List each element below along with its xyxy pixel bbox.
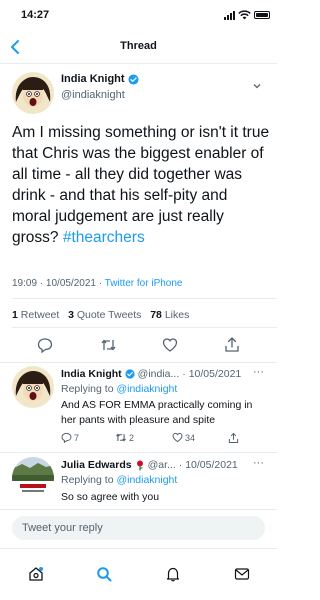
search-icon[interactable] <box>96 566 112 582</box>
tweet-source-link[interactable]: Twitter for iPhone <box>105 278 183 289</box>
reply-author-name: India Knight <box>61 368 122 380</box>
likes-count: 78 <box>150 309 162 321</box>
avatar[interactable] <box>12 366 54 408</box>
reply-icon[interactable] <box>37 337 53 353</box>
replying-to: Replying to @indiaknight <box>61 383 177 395</box>
reply-author-handle: @india... <box>137 368 180 380</box>
reply-header[interactable]: India Knight @india... · 10/05/2021 <box>61 368 261 380</box>
tweet-timestamp: 19:09 · 10/05/2021 · <box>12 278 105 289</box>
author-handle[interactable]: @indiaknight <box>61 89 125 101</box>
share-icon[interactable] <box>224 336 240 353</box>
share-icon <box>228 432 239 443</box>
retweet-count: 2 <box>129 432 135 443</box>
tweet-text: Am I missing something or isn't it true … <box>12 122 270 248</box>
retweets-count: 1 <box>12 309 18 321</box>
divider <box>0 452 277 453</box>
reply-date: · 10/05/2021 <box>178 459 238 471</box>
verified-badge-icon <box>125 369 135 379</box>
quotes-label: Quote Tweets <box>76 309 142 321</box>
more-icon[interactable]: ··· <box>253 366 264 378</box>
more-icon[interactable]: ··· <box>253 457 264 469</box>
quotes-count: 3 <box>68 309 74 321</box>
tab-bar <box>0 566 277 600</box>
likes-label: Likes <box>164 309 190 321</box>
reply-composer[interactable]: Tweet your reply <box>12 516 265 540</box>
reply-author-name: Julia Edwards <box>61 459 132 471</box>
composer-placeholder: Tweet your reply <box>22 522 103 534</box>
home-icon[interactable] <box>28 566 44 582</box>
replying-to-handle[interactable]: @indiaknight <box>116 383 177 395</box>
divider <box>12 327 277 328</box>
like-count: 34 <box>185 432 196 443</box>
replying-to: Replying to @indiaknight <box>61 474 177 486</box>
reply-date: · 10/05/2021 <box>182 368 242 380</box>
replying-prefix: Replying to <box>61 474 117 486</box>
page-title: Thread <box>120 40 157 52</box>
battery-icon <box>254 11 270 19</box>
navigation-bar: Thread <box>0 30 277 64</box>
like-icon[interactable] <box>162 337 178 353</box>
cellular-signal-icon <box>224 11 235 20</box>
reply-count: 7 <box>74 432 80 443</box>
reply-text: So so agree with you <box>61 491 160 503</box>
like-icon <box>172 432 183 443</box>
notifications-icon[interactable] <box>165 566 181 582</box>
retweets-stat[interactable]: 1 Retweet <box>12 309 59 321</box>
retweet-action[interactable]: 2 <box>115 432 134 443</box>
replying-prefix: Replying to <box>61 383 117 395</box>
reply-action[interactable]: 7 <box>61 432 79 443</box>
likes-stat[interactable]: 78 Likes <box>150 309 189 321</box>
retweet-icon[interactable] <box>100 337 117 353</box>
avatar[interactable] <box>12 457 54 499</box>
retweet-icon <box>116 433 126 442</box>
replying-to-handle[interactable]: @indiaknight <box>116 474 177 486</box>
divider <box>0 509 277 510</box>
chevron-down-icon[interactable] <box>251 80 263 92</box>
tweet-stats: 1 Retweet 3 Quote Tweets 78 Likes <box>12 309 189 321</box>
reply-header[interactable]: Julia Edwards @ar... · 10/05/2021 <box>61 459 261 471</box>
like-action[interactable]: 34 <box>172 432 195 443</box>
divider <box>0 362 277 363</box>
rose-emoji-icon <box>136 460 143 470</box>
quotes-stat[interactable]: 3 Quote Tweets <box>68 309 141 321</box>
avatar[interactable] <box>12 72 54 114</box>
status-time: 14:27 <box>21 9 50 21</box>
wifi-icon <box>238 10 251 20</box>
divider <box>0 548 277 549</box>
divider <box>12 298 277 299</box>
author-name[interactable]: India Knight <box>61 73 139 85</box>
reply-action-bar: 7 2 34 <box>61 432 261 446</box>
tweet-meta: 19:09 · 10/05/2021 · Twitter for iPhone <box>12 278 182 289</box>
reply-icon <box>61 432 72 443</box>
reply-text: And AS FOR EMMA practically coming in he… <box>61 399 253 426</box>
retweets-label: Retweet <box>20 309 60 321</box>
status-bar: 14:27 <box>0 0 277 30</box>
author-name-text: India Knight <box>61 73 125 85</box>
hashtag-link[interactable]: #thearchers <box>63 229 145 246</box>
tweet-body: Am I missing something or isn't it true … <box>12 124 270 246</box>
verified-badge-icon <box>128 73 139 85</box>
messages-icon[interactable] <box>234 567 250 581</box>
share-action[interactable] <box>228 432 239 444</box>
reply-author-handle: @ar... <box>147 459 176 471</box>
tweet-action-bar <box>0 335 277 355</box>
